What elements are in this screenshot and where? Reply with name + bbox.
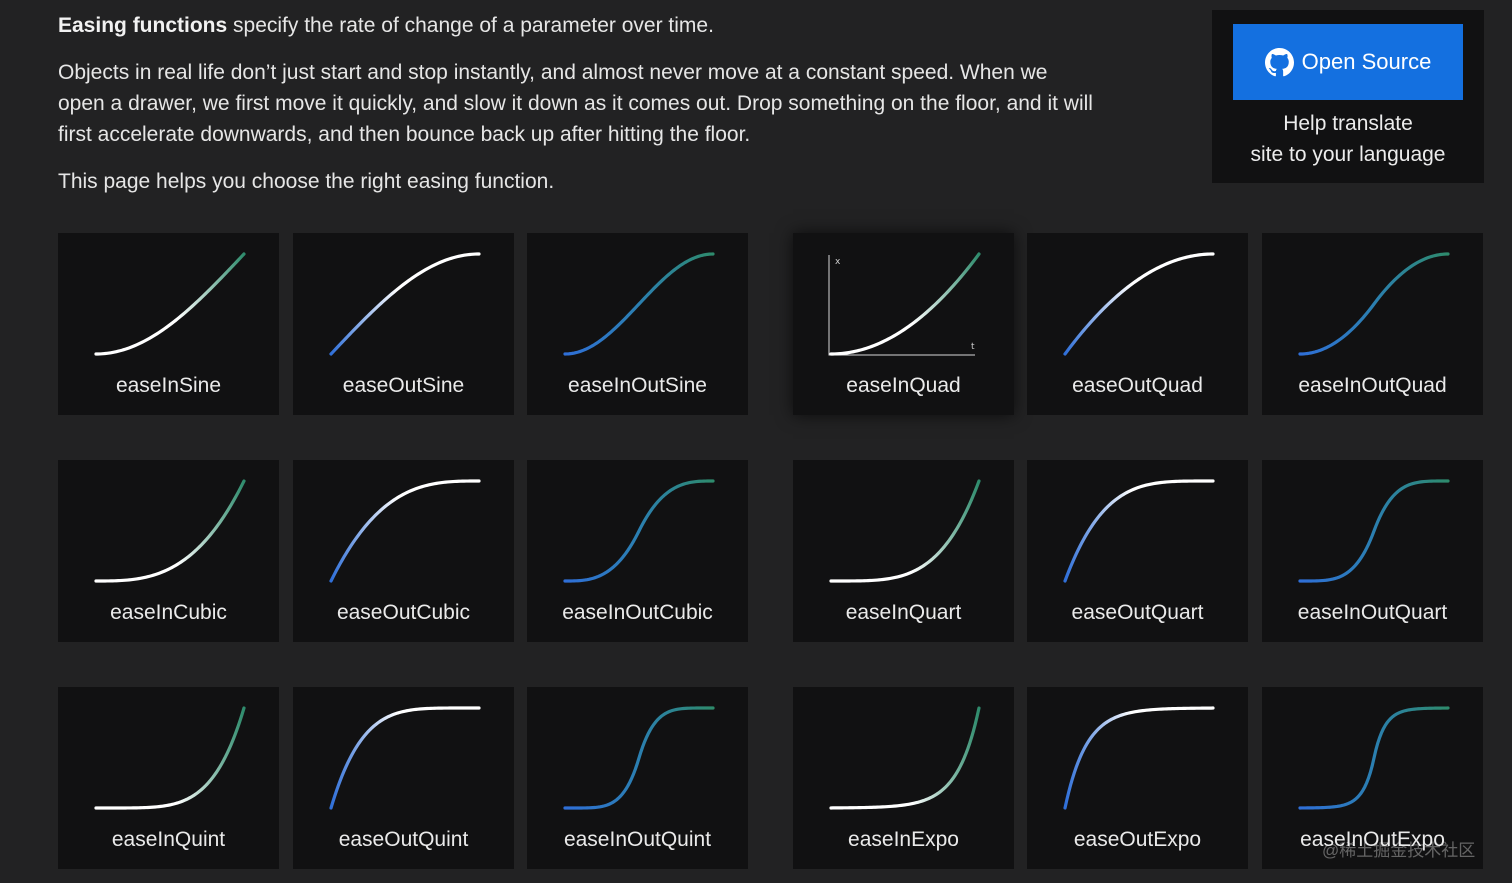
easing-curve	[1063, 252, 1215, 356]
easing-card-label: easeInOutCubic	[562, 601, 713, 624]
easing-card-easeInOutQuad[interactable]: easeInOutQuad	[1262, 233, 1483, 415]
axis-label-x: x	[835, 257, 841, 267]
easing-card-label: easeInQuart	[845, 601, 962, 624]
axis-label-t: t	[971, 342, 975, 352]
easing-curve	[94, 252, 246, 356]
open-source-panel: Open Source Help translate site to your …	[1212, 10, 1484, 183]
intro-heading: Easing functions specify the rate of cha…	[58, 10, 1098, 41]
github-icon	[1264, 47, 1294, 76]
easing-card-easeOutCubic[interactable]: easeOutCubic	[293, 460, 514, 642]
easing-card-label: easeOutSine	[342, 374, 465, 397]
easing-curve	[1063, 706, 1215, 810]
easing-card-easeOutQuint[interactable]: easeOutQuint	[293, 687, 514, 869]
easing-card-label: easeOutQuart	[1071, 601, 1204, 624]
easing-card-easeInExpo[interactable]: easeInExpo	[793, 687, 1014, 869]
easing-card-label: easeOutExpo	[1073, 828, 1202, 851]
easing-card-easeInQuad[interactable]: x t easeInQuad	[793, 233, 1014, 415]
easing-card-label: easeInSine	[115, 374, 222, 397]
easing-card-easeInQuint[interactable]: easeInQuint	[58, 687, 279, 869]
easing-card-easeInOutQuint[interactable]: easeInOutQuint	[527, 687, 748, 869]
easing-curve	[829, 479, 981, 583]
easing-curve	[1298, 479, 1450, 583]
easing-curve	[829, 252, 981, 356]
easing-card-label: easeInOutQuad	[1298, 374, 1447, 397]
easing-card-easeInOutSine[interactable]: easeInOutSine	[527, 233, 748, 415]
easing-curve	[1298, 706, 1450, 810]
intro-title-bold: Easing functions	[58, 14, 228, 37]
open-source-label: Open Source	[1301, 49, 1432, 74]
translate-line-2: site to your language	[1250, 143, 1446, 166]
easing-curve	[563, 479, 715, 583]
easing-curve	[329, 252, 481, 356]
easing-curve	[1298, 252, 1450, 356]
easing-card-label: easeInOutSine	[568, 374, 707, 397]
easing-card-easeInOutCubic[interactable]: easeInOutCubic	[527, 460, 748, 642]
translate-text: Help translate site to your language	[1212, 108, 1484, 170]
easing-curve	[1063, 479, 1215, 583]
easing-curve	[329, 706, 481, 810]
easing-card-label: easeOutQuad	[1072, 374, 1203, 397]
easing-card-easeInOutQuart[interactable]: easeInOutQuart	[1262, 460, 1483, 642]
watermark: @稀土掘金技术社区	[1322, 841, 1476, 860]
axis-lines	[828, 255, 975, 356]
intro-title-rest: specify the rate of change of a paramete…	[227, 14, 714, 37]
intro-section: Easing functions specify the rate of cha…	[58, 10, 1098, 197]
translate-line-1: Help translate	[1283, 112, 1413, 135]
easing-card-easeOutQuart[interactable]: easeOutQuart	[1027, 460, 1248, 642]
easing-card-easeInQuart[interactable]: easeInQuart	[793, 460, 1014, 642]
easing-card-label: easeOutQuint	[338, 828, 469, 851]
easing-card-easeOutSine[interactable]: easeOutSine	[293, 233, 514, 415]
easing-card-label: easeInCubic	[110, 601, 227, 624]
easing-card-easeInCubic[interactable]: easeInCubic	[58, 460, 279, 642]
easing-curve	[563, 706, 715, 810]
intro-paragraph-2: This page helps you choose the right eas…	[58, 170, 555, 193]
easing-curve	[829, 706, 981, 810]
easing-card-easeOutExpo[interactable]: easeOutExpo	[1027, 687, 1248, 869]
easing-curve	[563, 252, 715, 356]
easing-card-label: easeOutCubic	[336, 601, 471, 624]
easing-curve	[94, 479, 246, 583]
easing-card-label: easeInExpo	[848, 828, 959, 851]
open-source-button[interactable]: Open Source	[1233, 24, 1463, 100]
easing-card-label: easeInOutQuart	[1297, 601, 1448, 624]
easing-curve	[329, 479, 481, 583]
easing-card-label: easeInQuint	[111, 828, 226, 851]
intro-paragraph-1: Objects in real life don’t just start an…	[58, 61, 1093, 146]
easing-curve	[94, 706, 246, 810]
easing-card-easeInSine[interactable]: easeInSine	[58, 233, 279, 415]
easing-card-easeOutQuad[interactable]: easeOutQuad	[1027, 233, 1248, 415]
easing-card-label: easeInOutQuint	[563, 828, 712, 851]
easing-card-label: easeInQuad	[846, 374, 961, 397]
